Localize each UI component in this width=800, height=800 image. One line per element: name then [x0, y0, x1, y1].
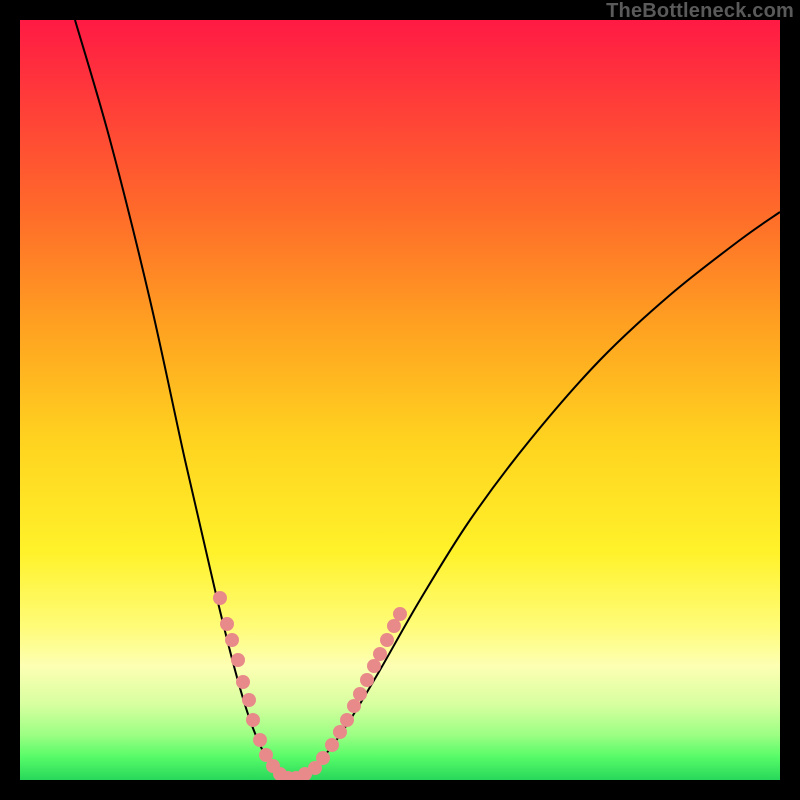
- data-point: [213, 591, 227, 605]
- curve-layer: [20, 20, 780, 780]
- data-point: [325, 738, 339, 752]
- scatter-dots: [213, 591, 407, 780]
- data-point: [246, 713, 260, 727]
- data-point: [340, 713, 354, 727]
- data-point: [373, 647, 387, 661]
- data-point: [220, 617, 234, 631]
- data-point: [333, 725, 347, 739]
- left-curve: [75, 20, 290, 778]
- data-point: [360, 673, 374, 687]
- data-point: [387, 619, 401, 633]
- data-point: [225, 633, 239, 647]
- chart-frame: TheBottleneck.com: [0, 0, 800, 800]
- data-point: [316, 751, 330, 765]
- data-point: [380, 633, 394, 647]
- data-point: [353, 687, 367, 701]
- data-point: [231, 653, 245, 667]
- data-point: [367, 659, 381, 673]
- data-point: [236, 675, 250, 689]
- data-point: [242, 693, 256, 707]
- data-point: [253, 733, 267, 747]
- plot-area: [20, 20, 780, 780]
- watermark-text: TheBottleneck.com: [606, 0, 794, 23]
- data-point: [393, 607, 407, 621]
- data-point: [347, 699, 361, 713]
